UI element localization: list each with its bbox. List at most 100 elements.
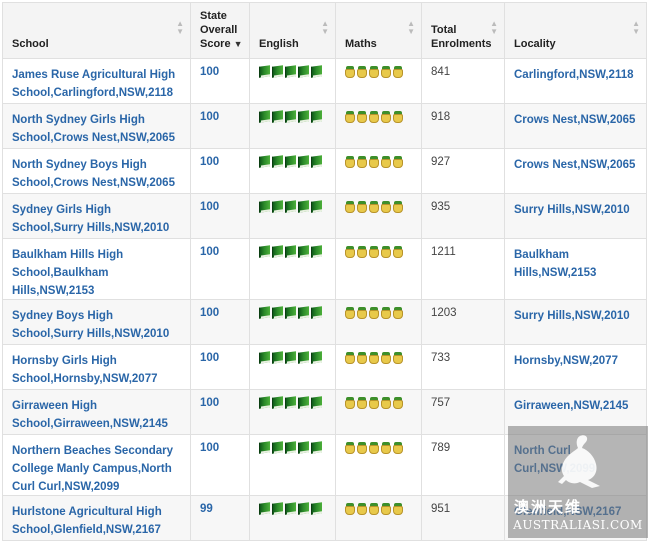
maths-cell <box>335 389 422 435</box>
school-cell: Baulkham Hills High School,Baulkham Hill… <box>2 238 191 300</box>
english-cell <box>249 434 336 496</box>
pineapple-icon <box>345 66 355 78</box>
school-link[interactable]: North Sydney Girls High School,Crows Nes… <box>12 114 175 144</box>
locality-link[interactable]: Girraween,NSW,2145 <box>514 400 628 412</box>
pineapple-icon <box>381 503 391 515</box>
book-icon <box>285 245 296 258</box>
school-cell: North Sydney Girls High School,Crows Nes… <box>2 103 191 149</box>
enrolments-cell: 927 <box>421 148 505 194</box>
pineapple-icon <box>345 156 355 168</box>
enrolments-cell: 757 <box>421 389 505 435</box>
table-row: Baulkham Hills High School,Baulkham Hill… <box>2 238 647 300</box>
pineapple-icon <box>345 246 355 258</box>
column-header-school[interactable]: School ▲ ▼ <box>2 2 191 59</box>
pineapple-icon <box>381 201 391 213</box>
pineapple-icon <box>381 66 391 78</box>
score-cell: 100 <box>190 344 250 390</box>
column-header-label: English <box>259 38 299 50</box>
column-header-enrolments[interactable]: Total Enrolments ▲ ▼ <box>421 2 505 59</box>
english-cell <box>249 389 336 435</box>
maths-cell <box>335 58 422 104</box>
enrolments-cell: 951 <box>421 495 505 541</box>
english-cell <box>249 148 336 194</box>
school-link[interactable]: Northern Beaches Secondary College Manly… <box>12 445 173 493</box>
pineapple-icon <box>369 111 379 123</box>
english-cell <box>249 103 336 149</box>
locality-cell: Carlingford,NSW,2118 <box>504 58 647 104</box>
sort-icon: ▲ ▼ <box>321 19 329 36</box>
book-icon <box>311 155 322 168</box>
locality-link[interactable]: Surry Hills,NSW,2010 <box>514 310 630 322</box>
book-icon <box>285 155 296 168</box>
locality-cell: Baulkham Hills,NSW,2153 <box>504 238 647 300</box>
book-icon <box>298 200 309 213</box>
enrolments-cell: 1211 <box>421 238 505 300</box>
pineapple-icon <box>393 156 403 168</box>
book-icon <box>311 110 322 123</box>
locality-link[interactable]: Baulkham Hills,NSW,2153 <box>514 249 596 279</box>
book-icon <box>272 441 283 454</box>
pineapple-icon <box>357 201 367 213</box>
school-cell: Hurlstone Agricultural High School,Glenf… <box>2 495 191 541</box>
pineapple-icon <box>393 352 403 364</box>
school-link[interactable]: Hornsby Girls High School,Hornsby,NSW,20… <box>12 355 158 385</box>
locality-link[interactable]: Hornsby,NSW,2077 <box>514 355 618 367</box>
table-row: Hornsby Girls High School,Hornsby,NSW,20… <box>2 344 647 390</box>
pineapple-icon <box>381 246 391 258</box>
pineapple-icon <box>369 352 379 364</box>
locality-link[interactable]: Surry Hills,NSW,2010 <box>514 204 630 216</box>
book-icon <box>311 306 322 319</box>
locality-link[interactable]: Crows Nest,NSW,2065 <box>514 159 635 171</box>
book-icon <box>298 396 309 409</box>
maths-cell <box>335 148 422 194</box>
school-link[interactable]: Girraween High School,Girraween,NSW,2145 <box>12 400 168 430</box>
book-icon <box>272 65 283 78</box>
school-link[interactable]: North Sydney Boys High School,Crows Nest… <box>12 159 175 189</box>
locality-cell: Hornsby,NSW,2077 <box>504 344 647 390</box>
pineapple-icon <box>393 246 403 258</box>
pineapple-icon <box>381 397 391 409</box>
book-icon <box>285 502 296 515</box>
school-link[interactable]: Hurlstone Agricultural High School,Glenf… <box>12 506 162 536</box>
column-header-locality[interactable]: Locality ▲ ▼ <box>504 2 647 59</box>
pineapple-icon <box>393 397 403 409</box>
column-header-label: State Overall Score <box>200 10 238 50</box>
english-cell <box>249 299 336 345</box>
school-link[interactable]: Baulkham Hills High School,Baulkham Hill… <box>12 249 123 297</box>
locality-cell: Crows Nest,NSW,2065 <box>504 103 647 149</box>
book-icon <box>311 441 322 454</box>
locality-link[interactable]: Carlingford,NSW,2118 <box>514 69 634 81</box>
locality-cell: Surry Hills,NSW,2010 <box>504 193 647 239</box>
locality-link[interactable]: Crows Nest,NSW,2065 <box>514 114 635 126</box>
watermark-chinese-text: 澳洲天维 <box>514 498 583 516</box>
english-cell <box>249 495 336 541</box>
pineapple-icon <box>345 307 355 319</box>
english-cell <box>249 193 336 239</box>
school-link[interactable]: Sydney Boys High School,Surry Hills,NSW,… <box>12 310 169 340</box>
school-link[interactable]: Sydney Girls High School,Surry Hills,NSW… <box>12 204 169 234</box>
score-cell: 99 <box>190 495 250 541</box>
book-icon <box>311 200 322 213</box>
pineapple-icon <box>369 156 379 168</box>
enrolments-cell: 1203 <box>421 299 505 345</box>
score-cell: 100 <box>190 299 250 345</box>
sort-icon: ▲ ▼ <box>176 19 184 36</box>
pineapple-icon <box>393 503 403 515</box>
pineapple-icon <box>393 201 403 213</box>
english-cell <box>249 344 336 390</box>
school-cell: Sydney Girls High School,Surry Hills,NSW… <box>2 193 191 239</box>
book-icon <box>259 200 270 213</box>
pineapple-icon <box>369 246 379 258</box>
book-icon <box>285 351 296 364</box>
book-icon <box>285 441 296 454</box>
book-icon <box>259 110 270 123</box>
column-header-english[interactable]: English ▲ ▼ <box>249 2 336 59</box>
maths-cell <box>335 344 422 390</box>
book-icon <box>259 441 270 454</box>
maths-cell <box>335 193 422 239</box>
column-header-maths[interactable]: Maths ▲ ▼ <box>335 2 422 59</box>
school-link[interactable]: James Ruse Agricultural High School,Carl… <box>12 69 175 99</box>
book-icon <box>259 155 270 168</box>
book-icon <box>259 245 270 258</box>
column-header-score[interactable]: State Overall Score ▼ <box>190 2 250 59</box>
